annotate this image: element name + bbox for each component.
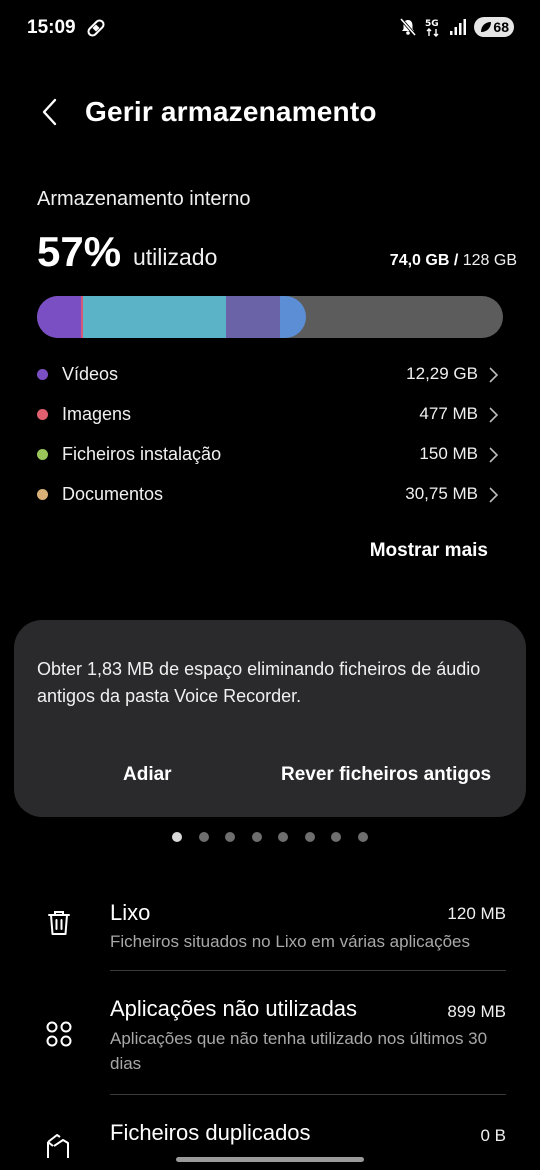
total-space: 128 GB: [462, 252, 517, 269]
trash-icon: [48, 911, 70, 935]
divider: [110, 970, 506, 971]
pager-dot[interactable]: [331, 832, 341, 842]
pager-dot[interactable]: [225, 832, 235, 842]
list-item-unused-apps[interactable]: Aplicações não utilizadas 899 MB Aplicaç…: [0, 986, 540, 1094]
legend-value: 30,75 MB: [405, 484, 478, 503]
pager-dot[interactable]: [199, 832, 209, 842]
used-space: 74,0 GB /: [389, 252, 459, 269]
legend-item-install-files[interactable]: Ficheiros instalação 150 MB: [0, 434, 540, 474]
usage-percent: 57%: [37, 228, 122, 275]
item-title: Ficheiros duplicados: [110, 1120, 311, 1145]
status-time: 15:09: [27, 17, 76, 38]
legend-value: 12,29 GB: [406, 364, 478, 383]
item-title: Lixo: [110, 900, 151, 925]
chevron-left-icon: [42, 98, 57, 126]
suggestion-card: Obter 1,83 MB de espaço eliminando fiche…: [14, 620, 526, 817]
usage-word: utilizado: [133, 244, 218, 270]
status-bar: 15:09 5G 68: [0, 0, 540, 56]
chevron-right-icon: [489, 367, 499, 383]
page-title: Gerir armazenamento: [85, 96, 377, 127]
review-old-files-button[interactable]: Rever ficheiros antigos: [281, 764, 491, 786]
legend-item-documents[interactable]: Documentos 30,75 MB: [0, 474, 540, 514]
legend-label: Vídeos: [62, 364, 119, 384]
item-description: Ficheiros situados no Lixo em várias apl…: [110, 932, 471, 951]
legend-label: Imagens: [62, 404, 132, 424]
legend-dot: [37, 449, 48, 460]
legend-value: 150 MB: [419, 444, 478, 463]
usage-total: 74,0 GB / 128 GB: [390, 252, 517, 270]
5g-icon: 5G: [425, 19, 439, 37]
legend-value: 477 MB: [419, 404, 478, 423]
chevron-right-icon: [489, 487, 499, 503]
legend-item-videos[interactable]: Vídeos 12,29 GB: [0, 354, 540, 394]
bar-segment-system: [226, 296, 280, 338]
item-size: 899 MB: [447, 1002, 506, 1021]
legend-label: Documentos: [62, 484, 164, 504]
postpone-button[interactable]: Adiar: [123, 764, 172, 786]
pager-dot[interactable]: [252, 832, 262, 842]
bar-segment-apps: [280, 296, 306, 338]
internal-storage-label: Armazenamento interno: [37, 188, 251, 210]
pager-dot[interactable]: [172, 832, 182, 842]
legend-dot: [37, 489, 48, 500]
show-more-button[interactable]: Mostrar mais: [370, 540, 488, 562]
leaf-icon: [481, 22, 492, 32]
duplicate-files-icon: [47, 1134, 69, 1158]
svg-text:5G: 5G: [425, 19, 439, 29]
item-size: 120 MB: [447, 904, 506, 923]
divider: [110, 1094, 506, 1095]
suggestion-text: Obter 1,83 MB de espaço eliminando fiche…: [37, 659, 481, 706]
battery-level: 68: [493, 19, 509, 35]
pager-dot[interactable]: [278, 832, 288, 842]
bandage-icon: [87, 19, 105, 37]
legend-item-images[interactable]: Imagens 477 MB: [0, 394, 540, 434]
battery-indicator: 68: [474, 17, 514, 37]
signal-icon: [450, 19, 466, 35]
storage-usage-bar: [37, 296, 503, 338]
mute-icon: [399, 17, 417, 37]
usage-summary: 57% utilizado 74,0 GB / 128 GB: [37, 228, 517, 278]
legend-dot: [37, 409, 48, 420]
chevron-right-icon: [489, 407, 499, 423]
apps-grid-icon: [46, 1021, 72, 1047]
back-button[interactable]: [32, 94, 68, 130]
item-size: 0 B: [480, 1126, 506, 1145]
list-item-trash[interactable]: Lixo 120 MB Ficheiros situados no Lixo e…: [0, 890, 540, 972]
storage-legend: Vídeos 12,29 GB Imagens 477 MB Ficheiros…: [0, 354, 540, 514]
bar-segment-videos: [37, 296, 81, 338]
item-description: Aplicações que não tenha utilizado nos ú…: [110, 1029, 488, 1073]
app-header: Gerir armazenamento: [0, 88, 540, 138]
pager-dot[interactable]: [305, 832, 315, 842]
status-icons: 5G 68: [399, 17, 514, 37]
pager-dot[interactable]: [358, 832, 368, 842]
card-pager: [0, 832, 540, 844]
legend-label: Ficheiros instalação: [62, 444, 222, 464]
chevron-right-icon: [489, 447, 499, 463]
item-title: Aplicações não utilizadas: [110, 996, 358, 1021]
home-indicator[interactable]: [176, 1157, 364, 1162]
bar-segment-other: [83, 296, 226, 338]
legend-dot: [37, 369, 48, 380]
